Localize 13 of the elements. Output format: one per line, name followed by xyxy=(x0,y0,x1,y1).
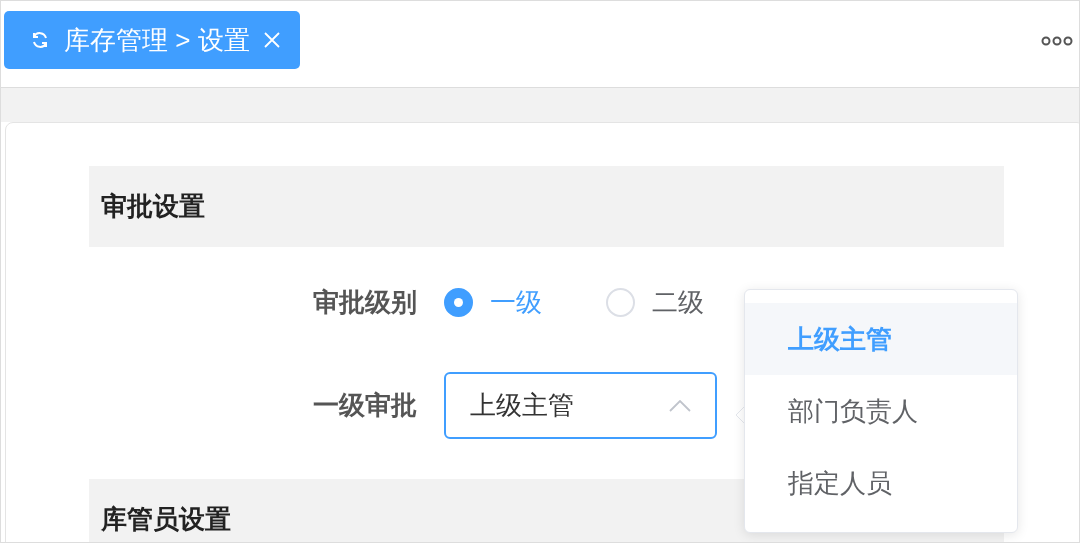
refresh-icon[interactable] xyxy=(30,30,50,50)
field-label: 审批级别 xyxy=(312,286,417,319)
dropdown-option[interactable]: 指定人员 xyxy=(745,447,1017,519)
field-label: 一级审批 xyxy=(312,389,417,422)
close-icon[interactable] xyxy=(263,32,280,48)
section-title: 库管员设置 xyxy=(101,503,231,536)
radio-button[interactable] xyxy=(444,288,473,317)
dropdown-option[interactable]: 部门负责人 xyxy=(745,375,1017,447)
radio-label[interactable]: 二级 xyxy=(652,283,704,322)
section-title: 审批设置 xyxy=(101,190,205,223)
select-field[interactable]: 上级主管 xyxy=(444,372,717,439)
chevron-icon xyxy=(669,399,691,412)
more-icon[interactable] xyxy=(1041,36,1073,46)
